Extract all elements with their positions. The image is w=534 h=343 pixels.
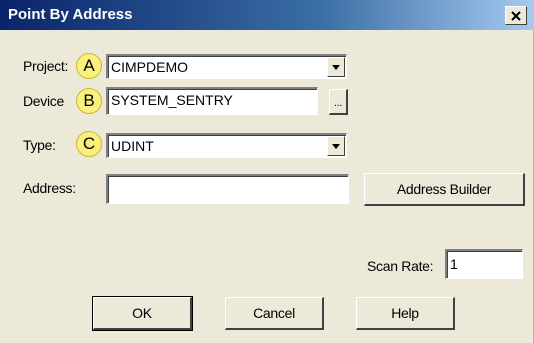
callout-badge-a: A [76,53,102,79]
ok-button[interactable]: OK [92,296,193,331]
scan-rate-label: Scan Rate: [367,258,434,274]
chevron-down-icon [332,64,340,70]
device-label: Device [23,93,64,109]
project-label: Project: [23,58,69,74]
project-value: CIMPDEMO [111,59,188,75]
device-value: SYSTEM_SENTRY [111,92,233,108]
type-value: UDINT [111,138,154,154]
close-button[interactable] [505,6,527,25]
close-icon [511,10,521,21]
title-bar[interactable]: Point By Address [0,0,534,30]
project-combobox[interactable]: CIMPDEMO [106,54,347,79]
scan-rate-value: 1 [450,256,458,272]
device-browse-button[interactable]: ... [329,89,348,115]
scan-rate-input[interactable]: 1 [445,249,523,279]
device-field[interactable]: SYSTEM_SENTRY [106,87,318,115]
point-by-address-dialog: Point By Address Project: A CIMPDEMO Dev… [0,0,534,343]
window-title: Point By Address [8,6,133,23]
address-label: Address: [23,180,76,196]
address-input[interactable] [106,174,349,204]
cancel-button[interactable]: Cancel [225,297,324,330]
callout-badge-c: C [76,131,102,157]
chevron-down-icon [332,143,340,149]
project-dropdown-button[interactable] [327,57,345,77]
address-builder-button[interactable]: Address Builder [364,173,525,206]
help-button[interactable]: Help [356,297,455,330]
type-dropdown-button[interactable] [327,136,345,156]
type-label: Type: [23,137,56,153]
callout-badge-b: B [76,88,102,114]
type-combobox[interactable]: UDINT [106,133,347,158]
